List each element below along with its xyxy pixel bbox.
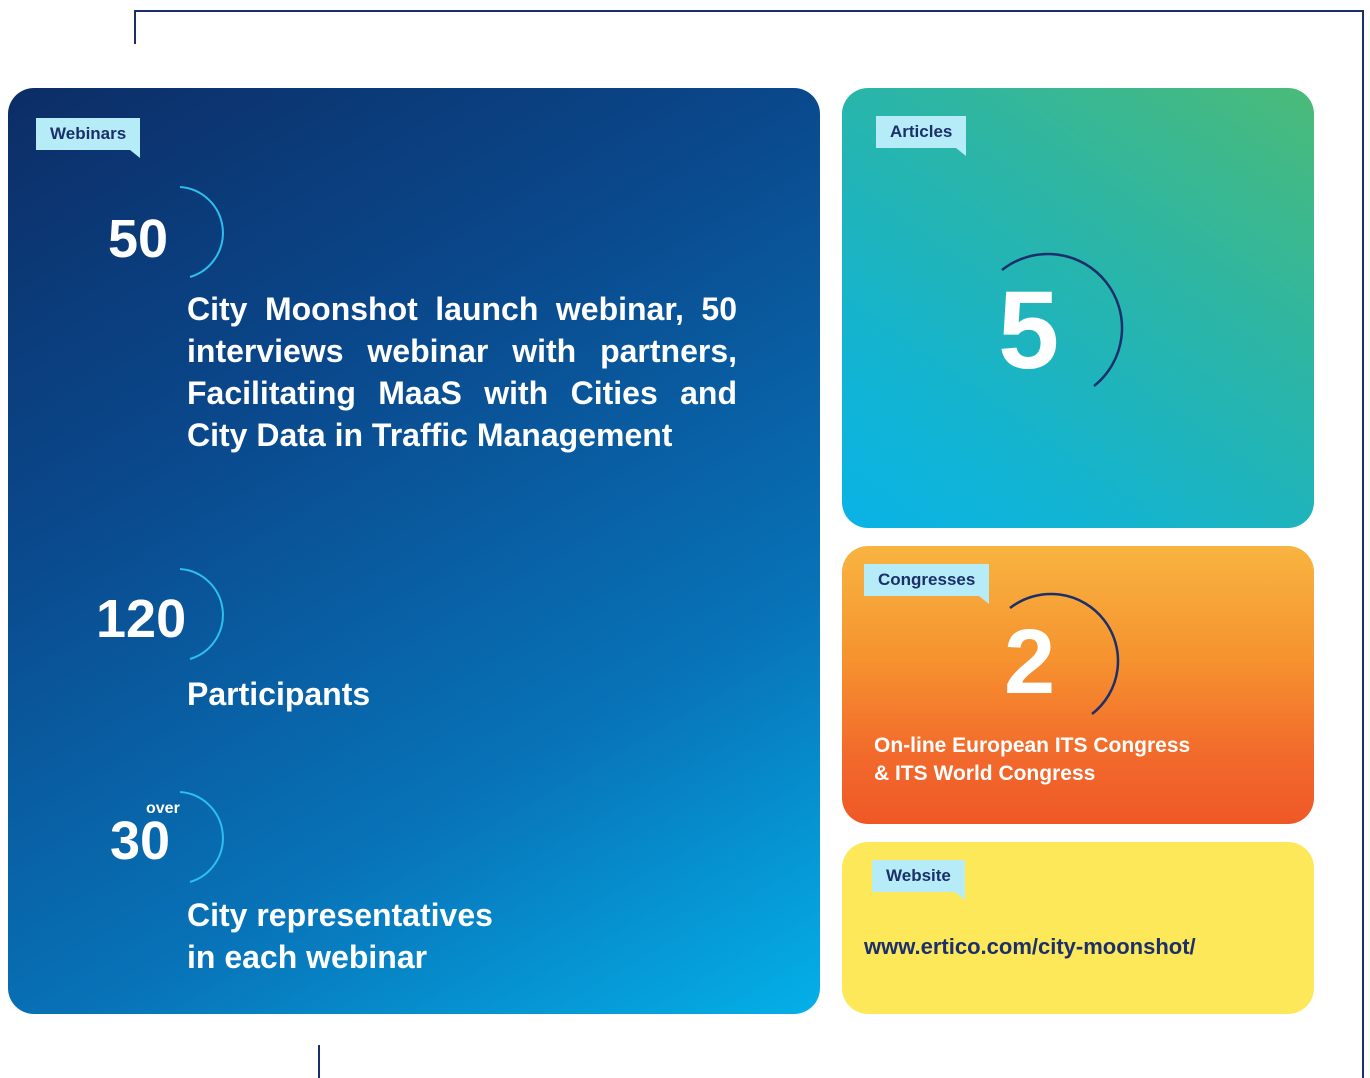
- arc-decoration: [179, 186, 224, 278]
- congresses-label-line1: On-line European ITS Congress: [874, 734, 1191, 757]
- infographic-page: Webinars 50 City Moonshot launch webinar…: [0, 0, 1370, 1078]
- participants-count: 120: [96, 589, 187, 649]
- congresses-card: Congresses 2 On-line European ITS Congre…: [842, 546, 1314, 824]
- articles-card: Articles 5: [842, 88, 1314, 528]
- frame-line-right: [1362, 10, 1364, 1078]
- city-reps-label-line2: in each webinar: [187, 939, 428, 975]
- frame-line-top: [134, 10, 1364, 12]
- congresses-label-line2: & ITS World Congress: [874, 762, 1096, 785]
- participants-label: Participants: [187, 676, 371, 712]
- frame-line-bottom-tick: [318, 1045, 320, 1078]
- articles-count: 5: [998, 269, 1060, 392]
- webinars-count: 50: [108, 209, 169, 269]
- website-link[interactable]: www.ertico.com/city-moonshot/: [864, 934, 1196, 960]
- city-reps-label-line1: City representatives: [187, 897, 493, 933]
- website-card: Website www.ertico.com/city-moonshot/: [842, 842, 1314, 1014]
- congresses-count: 2: [1004, 611, 1056, 713]
- webinars-description: City Moonshot launch webinar, 50 intervi…: [187, 291, 737, 453]
- city-reps-count: 30: [110, 811, 171, 871]
- congresses-tag: Congresses: [864, 564, 990, 604]
- arc-decoration: [179, 791, 224, 883]
- webinars-card: Webinars 50 City Moonshot launch webinar…: [8, 88, 820, 1014]
- arc-decoration: [179, 568, 224, 660]
- frame-line-left-tick: [134, 10, 136, 44]
- website-tag: Website: [872, 860, 965, 900]
- articles-tag: Articles: [876, 116, 967, 156]
- webinars-tag: Webinars: [36, 118, 141, 158]
